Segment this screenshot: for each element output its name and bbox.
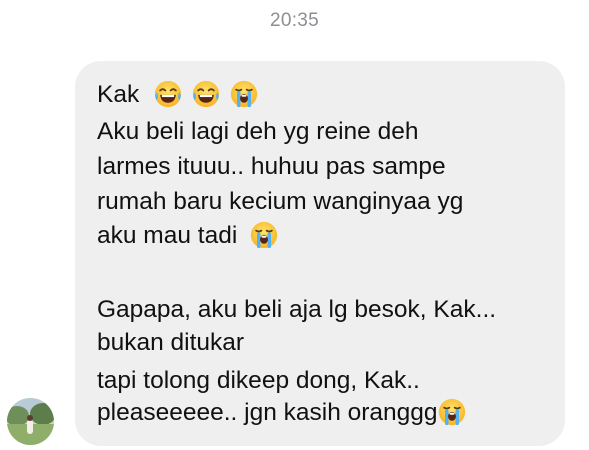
message-line: larmes ituuu.. huhuu pas sampe — [97, 152, 446, 182]
message-line: pleaseeeee.. jgn kasih oranggg — [97, 398, 466, 428]
loudly-crying-emoji-icon — [230, 80, 258, 108]
message-text: rumah baru kecium wanginyaa yg — [97, 188, 464, 215]
sender-avatar[interactable] — [7, 398, 54, 445]
laughing-crying-emoji-icon — [154, 80, 182, 108]
message-text: pleaseeeee.. jgn kasih oranggg — [97, 399, 438, 426]
avatar-photo — [7, 398, 54, 445]
message-text: larmes ituuu.. huhuu pas sampe — [97, 153, 446, 180]
loudly-crying-emoji-icon — [250, 221, 278, 249]
message-line: aku mau tadi — [97, 221, 278, 251]
laughing-crying-emoji-icon — [192, 80, 220, 108]
message-text: Kak — [97, 81, 140, 108]
chat-screen: 20:35 Kak Aku beli lagi deh yg reine deh… — [0, 0, 589, 450]
message-text: bukan ditukar — [97, 329, 245, 356]
message-text: Aku beli lagi deh yg reine deh — [97, 118, 419, 145]
loudly-crying-emoji-icon — [438, 398, 466, 426]
message-line: bukan ditukar — [97, 328, 244, 358]
message-text: tapi tolong dikeep dong, Kak.. — [97, 367, 420, 394]
message-line: Gapapa, aku beli aja lg besok, Kak... — [97, 295, 496, 325]
message-line: rumah baru kecium wanginyaa yg — [97, 187, 463, 217]
message-line: Aku beli lagi deh yg reine deh — [97, 117, 418, 147]
message-text: Gapapa, aku beli aja lg besok, Kak... — [97, 296, 497, 323]
message-line: tapi tolong dikeep dong, Kak.. — [97, 366, 420, 396]
message-line: Kak — [97, 80, 258, 110]
message-text: aku mau tadi — [97, 222, 238, 249]
message-timestamp: 20:35 — [269, 10, 320, 31]
